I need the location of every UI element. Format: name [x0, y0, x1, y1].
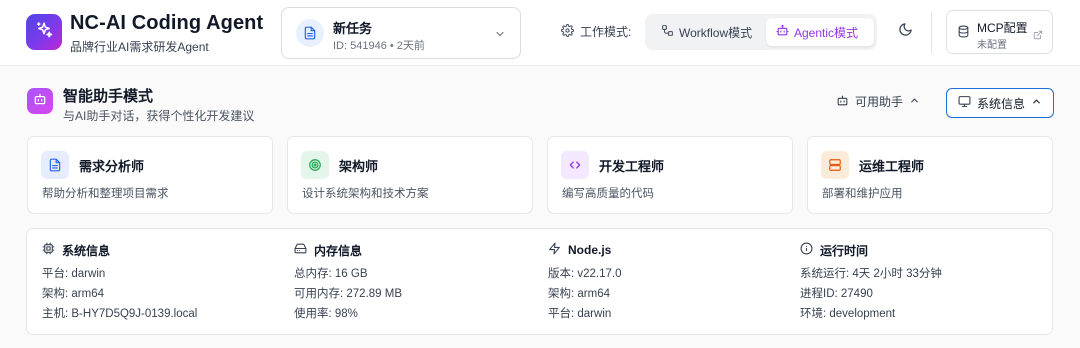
app-title: NC-AI Coding Agent: [70, 12, 264, 34]
mode-switch: Workflow模式 Agentic模式: [645, 14, 877, 50]
system-info-heading: 系统信息: [42, 241, 197, 259]
lightning-icon: [548, 242, 561, 258]
assistant-name: 开发工程师: [599, 159, 665, 174]
mcp-status: 未配置: [977, 40, 1007, 51]
chevron-up-icon: [909, 95, 920, 109]
monitor-icon: [958, 95, 971, 111]
app-header: NC-AI Coding Agent 品牌行业AI需求研发Agent 新任务 I…: [0, 0, 1080, 66]
mode-label-text: 工作模式:: [580, 25, 632, 39]
assistant-card-developer[interactable]: 开发工程师 编写高质量的代码: [547, 136, 793, 214]
assistant-card-requirements-analyst[interactable]: 需求分析师 帮助分析和整理项目需求: [27, 136, 273, 214]
uptime-info-column: 运行时间 系统运行: 4天 2小时 33分钟 进程ID: 27490 环境: d…: [800, 241, 942, 321]
node-platform: 平台: darwin: [548, 308, 612, 320]
chevron-up-icon: [1031, 96, 1042, 110]
system-info-panel: 系统信息 平台: darwin 架构: arm64 主机: B-HY7D5Q9J…: [26, 228, 1053, 335]
bot-icon: [776, 24, 789, 40]
environment: 环境: development: [800, 308, 896, 320]
database-icon: [957, 25, 970, 43]
code-icon: [561, 151, 589, 179]
target-icon: [301, 151, 329, 179]
server-icon: [821, 151, 849, 179]
assistant-name: 运维工程师: [859, 159, 925, 174]
gear-icon: [561, 23, 574, 40]
sparkles-icon: [35, 21, 53, 44]
app-logo: [26, 14, 62, 50]
moon-icon: [898, 22, 913, 42]
available-assistants-toggle[interactable]: 可用助手: [836, 93, 920, 110]
external-link-icon: [1033, 27, 1043, 45]
section-title: 智能助手模式: [63, 88, 154, 105]
node-info-title: Node.js: [568, 243, 612, 257]
memory-usage: 使用率: 98%: [294, 308, 358, 320]
node-info-column: Node.js 版本: v22.17.0 架构: arm64 平台: darwi…: [548, 241, 622, 321]
agentic-mode-label: Agentic模式: [794, 25, 859, 40]
document-icon: [41, 151, 69, 179]
assistant-desc: 设计系统架构和技术方案: [302, 188, 429, 200]
uptime-info-title: 运行时间: [820, 243, 869, 258]
assistant-card-ops-engineer[interactable]: 运维工程师 部署和维护应用: [807, 136, 1053, 214]
memory-info-heading: 内存信息: [294, 241, 402, 259]
assistant-name: 需求分析师: [79, 159, 145, 174]
task-selector[interactable]: 新任务 ID: 541946 • 2天前: [281, 7, 521, 59]
system-info-column: 系统信息 平台: darwin 架构: arm64 主机: B-HY7D5Q9J…: [42, 241, 197, 321]
header-divider: [931, 12, 932, 54]
bot-icon: [836, 94, 849, 110]
assistant-name: 架构师: [339, 159, 379, 174]
document-icon: [296, 19, 324, 47]
section-icon: [27, 88, 53, 114]
node-version: 版本: v22.17.0: [548, 268, 622, 280]
workflow-icon: [661, 24, 674, 40]
memory-info-column: 内存信息 总内存: 16 GB 可用内存: 272.89 MB 使用率: 98%: [294, 241, 402, 321]
bot-icon: [33, 92, 47, 111]
available-assistants-label: 可用助手: [855, 95, 904, 109]
system-info-label: 系统信息: [976, 96, 1025, 111]
system-host: 主机: B-HY7D5Q9J-0139.local: [42, 308, 198, 320]
assistant-card-architect[interactable]: 架构师 设计系统架构和技术方案: [287, 136, 533, 214]
workflow-mode-button[interactable]: Workflow模式: [651, 18, 762, 46]
system-arch: 架构: arm64: [42, 288, 104, 300]
workflow-mode-label: Workflow模式: [679, 25, 753, 40]
task-title: 新任务: [333, 21, 373, 36]
process-id: 进程ID: 27490: [800, 288, 873, 300]
chevron-down-icon: [494, 27, 506, 45]
mode-label: 工作模式:: [561, 23, 631, 40]
system-platform: 平台: darwin: [42, 268, 106, 280]
assistant-desc: 编写高质量的代码: [562, 188, 654, 200]
mcp-config-button[interactable]: MCP配置 未配置: [946, 10, 1053, 54]
node-info-heading: Node.js: [548, 241, 622, 259]
system-info-toggle[interactable]: 系统信息: [946, 88, 1054, 118]
task-meta: ID: 541946 • 2天前: [333, 40, 425, 52]
system-info-title: 系统信息: [62, 243, 111, 258]
node-arch: 架构: arm64: [548, 288, 610, 300]
system-uptime: 系统运行: 4天 2小时 33分钟: [800, 268, 942, 280]
mcp-title: MCP配置: [977, 21, 1028, 35]
theme-toggle-button[interactable]: [895, 22, 915, 42]
memory-available: 可用内存: 272.89 MB: [294, 288, 403, 300]
section-subtitle: 与AI助手对话，获得个性化开发建议: [63, 109, 255, 123]
assistant-desc: 部署和维护应用: [822, 188, 903, 200]
info-icon: [800, 242, 813, 258]
memory-total: 总内存: 16 GB: [294, 268, 368, 280]
agentic-mode-button[interactable]: Agentic模式: [766, 18, 874, 46]
hard-drive-icon: [294, 242, 307, 258]
assistant-desc: 帮助分析和整理项目需求: [42, 188, 169, 200]
app-subtitle: 品牌行业AI需求研发Agent: [70, 40, 209, 54]
cpu-icon: [42, 242, 55, 258]
memory-info-title: 内存信息: [314, 243, 363, 258]
uptime-info-heading: 运行时间: [800, 241, 942, 259]
